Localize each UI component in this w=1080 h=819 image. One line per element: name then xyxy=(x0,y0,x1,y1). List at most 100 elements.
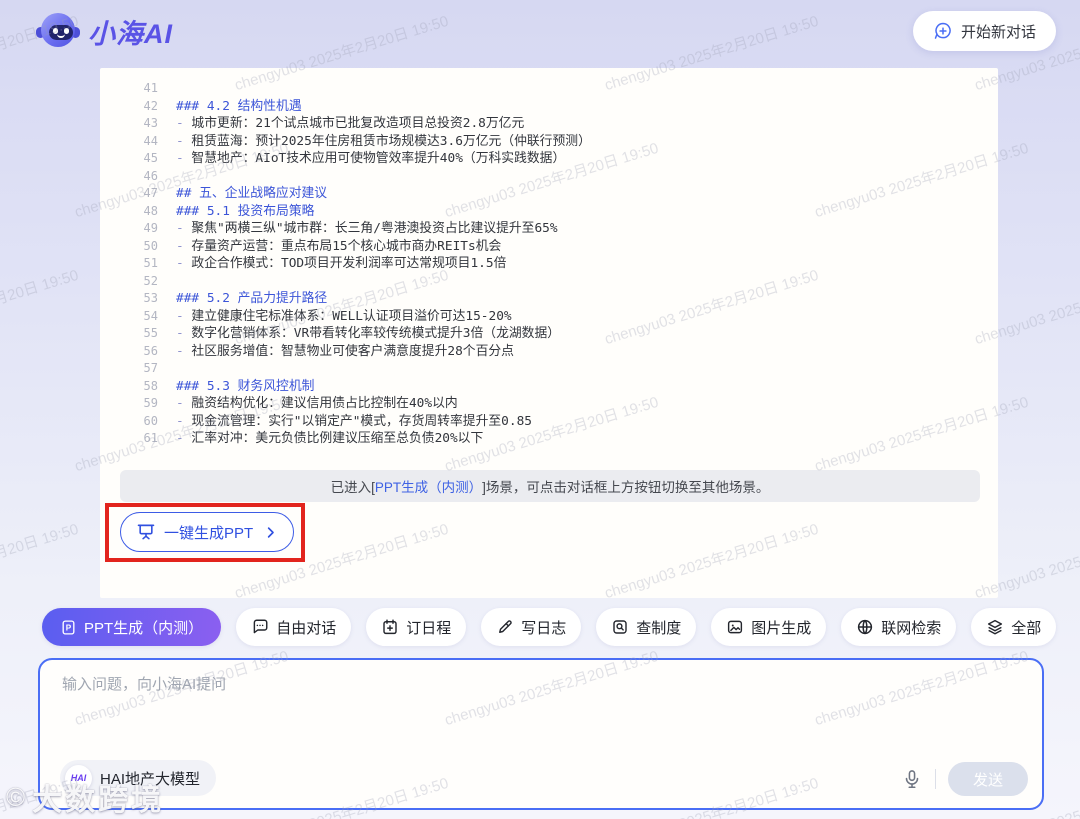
line-text: - 聚焦"两横三纵"城市群：长三角/粤港澳投资占比建议提升至65% xyxy=(176,221,558,236)
hai-model-badge-icon: HAI xyxy=(65,764,92,792)
scene-tab-layers[interactable]: 全部 xyxy=(971,608,1057,646)
line-number: 44 xyxy=(143,133,158,148)
line-number: 59 xyxy=(143,396,158,410)
line-number: 52 xyxy=(143,273,158,288)
document-line: 47 ## 五、企业战略应对建议 xyxy=(100,185,998,203)
line-text: - 政企合作模式：TOD项目开发利润率可达常规项目1.5倍 xyxy=(176,256,507,271)
send-button[interactable]: 发送 xyxy=(948,762,1028,796)
composer: HAI HAI地产大模型 发送 xyxy=(38,658,1044,810)
document-line: 43 - 城市更新：21个试点城市已批复改造项目总投资2.8万亿元 xyxy=(100,115,998,133)
line-number: 53 xyxy=(143,291,158,305)
chevron-right-icon xyxy=(263,525,278,540)
calendar-icon xyxy=(381,618,399,636)
line-text: - 建立健康住宅标准体系：WELL认证项目溢价可达15-20% xyxy=(176,308,512,324)
line-number: 47 xyxy=(143,186,158,200)
scene-tab-pen[interactable]: 写日志 xyxy=(481,608,582,646)
doc-search-icon xyxy=(611,618,629,636)
line-text: - 现金流管理：实行"以销定产"模式，存货周转率提升至0.85 xyxy=(176,413,532,429)
line-text: - 汇率对冲：美元负债比例建议压缩至总负债20%以下 xyxy=(176,431,484,446)
document-line: 41 xyxy=(100,80,998,98)
line-text: - 存量资产运营：重点布局15个核心城市商办REITs机会 xyxy=(176,238,502,254)
scene-tab-doc-search[interactable]: 查制度 xyxy=(596,608,697,646)
document-line: 48 ### 5.1 投资布局策略 xyxy=(100,203,998,221)
new-chat-button[interactable]: 开始新对话 xyxy=(912,11,1056,51)
presentation-board-icon xyxy=(136,522,156,542)
app-window: 小海AI 开始新对话 41 42 ### 4.2 结构性机遇 43 - 城市更新：21个… xyxy=(0,0,1080,819)
microphone-icon xyxy=(901,768,923,790)
document-line: 60 - 现金流管理：实行"以销定产"模式，存货周转率提升至0.85 xyxy=(100,413,998,431)
divider xyxy=(935,769,936,789)
scene-tab-label: 图片生成 xyxy=(751,619,812,637)
conversation-panel[interactable]: 41 42 ### 4.2 结构性机遇 43 - 城市更新：21个试点城市已批复改造项目… xyxy=(100,68,998,598)
message-input[interactable] xyxy=(62,673,762,737)
layers-icon xyxy=(986,618,1004,636)
scene-tab-globe[interactable]: 联网检索 xyxy=(841,608,957,646)
line-number: 50 xyxy=(143,238,158,253)
line-number: 61 xyxy=(143,431,158,445)
line-number: 55 xyxy=(143,326,158,340)
line-number: 54 xyxy=(143,308,158,323)
watermark-stamp: chengyu03 2025年2月20日 19:50 xyxy=(0,266,81,348)
line-number: 48 xyxy=(143,203,158,218)
line-text: ### 5.1 投资布局策略 xyxy=(176,203,315,219)
scene-tabs: P PPT生成（内测） 自由对话 订日程 写日志 查制度 图片生成 联网检索 全部 xyxy=(42,608,1057,646)
robot-logo-icon xyxy=(36,11,80,51)
document-line: 58 ### 5.3 财务风控机制 xyxy=(100,378,998,396)
copyright-icon: © xyxy=(6,781,29,812)
scene-tab-label: PPT生成（内测） xyxy=(84,619,204,637)
line-text: ## 五、企业战略应对建议 xyxy=(176,186,328,201)
scene-tab-label: 写日志 xyxy=(521,619,567,637)
scene-notice-bar: 已进入[PPT生成（内测）]场景，可点击对话框上方按钮切换至其他场景。 xyxy=(120,470,980,502)
app-title: 小海AI xyxy=(88,18,173,49)
document-line: 55 - 数字化营销体系：VR带看转化率较传统模式提升3倍（龙湖数据） xyxy=(100,325,998,343)
line-number: 43 xyxy=(143,116,158,130)
scene-tab-ppt-doc[interactable]: P PPT生成（内测） xyxy=(42,608,222,646)
document-line: 56 - 社区服务增值：智慧物业可使客户满意度提升28个百分点 xyxy=(100,343,998,361)
pen-icon xyxy=(496,618,514,636)
notice-text-pre: 已进入[ xyxy=(330,480,375,495)
app-logo: 小海AI xyxy=(36,11,173,51)
composer-controls: 发送 xyxy=(901,762,1028,796)
line-text: ### 5.2 产品力提升路径 xyxy=(176,291,328,306)
document-line: 59 - 融资结构优化：建议信用债占比控制在40%以内 xyxy=(100,395,998,413)
generate-ppt-button[interactable]: 一键生成PPT xyxy=(120,512,295,552)
line-text: - 租赁蓝海：预计2025年住房租赁市场规模达3.6万亿元（仲联行预测） xyxy=(176,133,591,149)
svg-text:P: P xyxy=(66,623,72,632)
notice-text-highlight: PPT生成（内测） xyxy=(374,480,483,495)
scene-tab-image[interactable]: 图片生成 xyxy=(711,608,827,646)
image-icon xyxy=(726,618,744,636)
model-selector[interactable]: HAI HAI地产大模型 xyxy=(60,760,217,796)
scene-tab-chat[interactable]: 自由对话 xyxy=(236,608,352,646)
document-line: 54 - 建立健康住宅标准体系：WELL认证项目溢价可达15-20% xyxy=(100,308,998,326)
line-number: 58 xyxy=(143,378,158,393)
line-text: - 融资结构优化：建议信用债占比控制在40%以内 xyxy=(176,396,458,411)
scene-tab-label: 联网检索 xyxy=(881,619,942,637)
new-chat-label: 开始新对话 xyxy=(960,23,1036,41)
model-label: HAI地产大模型 xyxy=(100,770,201,788)
line-text: - 城市更新：21个试点城市已批复改造项目总投资2.8万亿元 xyxy=(176,116,525,131)
document-line: 49 - 聚焦"两横三纵"城市群：长三角/粤港澳投资占比建议提升至65% xyxy=(100,220,998,238)
document-line: 61 - 汇率对冲：美元负债比例建议压缩至总负债20%以下 xyxy=(100,430,998,448)
document-line: 52 xyxy=(100,273,998,291)
microphone-button[interactable] xyxy=(901,768,923,790)
line-text: - 社区服务增值：智慧物业可使客户满意度提升28个百分点 xyxy=(176,343,514,359)
scene-tab-label: 查制度 xyxy=(636,619,682,637)
document-line: 46 xyxy=(100,168,998,186)
line-number: 46 xyxy=(143,168,158,183)
chat-icon xyxy=(251,618,269,636)
line-number: 51 xyxy=(143,256,158,270)
document-line: 57 xyxy=(100,360,998,378)
globe-icon xyxy=(856,618,874,636)
document-line: 51 - 政企合作模式：TOD项目开发利润率可达常规项目1.5倍 xyxy=(100,255,998,273)
header: 小海AI 开始新对话 xyxy=(0,0,1080,62)
scene-tab-calendar[interactable]: 订日程 xyxy=(366,608,467,646)
document-line: 42 ### 4.2 结构性机遇 xyxy=(100,98,998,116)
line-number: 45 xyxy=(143,151,158,165)
line-number: 41 xyxy=(143,81,158,95)
line-text: ### 5.3 财务风控机制 xyxy=(176,378,315,394)
document-line: 45 - 智慧地产：AIoT技术应用可使物管效率提升40%（万科实践数据） xyxy=(100,150,998,168)
generate-ppt-label: 一键生成PPT xyxy=(164,524,254,542)
watermark-stamp: chengyu03 2025年2月20日 19:50 xyxy=(0,520,81,602)
line-number: 42 xyxy=(143,98,158,113)
document-line: 44 - 租赁蓝海：预计2025年住房租赁市场规模达3.6万亿元（仲联行预测） xyxy=(100,133,998,151)
